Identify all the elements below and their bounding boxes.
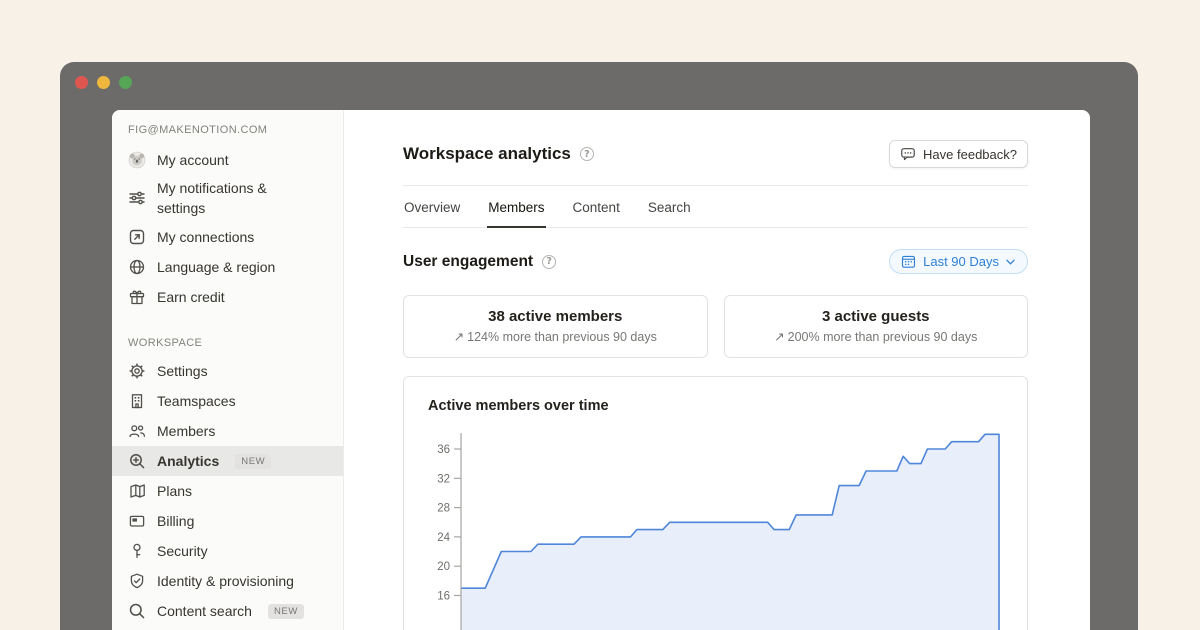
svg-text:28: 28 xyxy=(437,503,450,515)
trend-up-icon: ↗ xyxy=(774,329,784,344)
active-members-chart-card: Active members over time 16 20 24 28 32 36 xyxy=(403,376,1028,630)
shield-check-icon xyxy=(128,572,146,590)
search-icon xyxy=(128,602,146,620)
chart-title: Active members over time xyxy=(428,398,1003,414)
new-badge: NEW xyxy=(268,604,304,619)
svg-text:20: 20 xyxy=(437,561,450,573)
map-icon xyxy=(128,482,146,500)
sidebar-item-label: Identity & provisioning xyxy=(157,573,294,589)
key-icon xyxy=(128,542,146,560)
active-members-value: 38 active members xyxy=(412,308,699,325)
sidebar-item-teamspaces[interactable]: Teamspaces xyxy=(112,386,343,416)
active-members-delta: ↗124% more than previous 90 days xyxy=(412,329,699,344)
building-icon xyxy=(128,392,146,410)
have-feedback-label: Have feedback? xyxy=(923,147,1017,162)
svg-text:36: 36 xyxy=(437,444,450,456)
sidebar-item-members[interactable]: Members xyxy=(112,416,343,446)
tab-search[interactable]: Search xyxy=(647,186,692,228)
window-controls xyxy=(75,76,132,89)
help-icon[interactable]: ? xyxy=(580,147,594,161)
analytics-main-panel: Workspace analytics ? Have feedback? xyxy=(344,110,1090,630)
active-guests-card: 3 active guests ↗200% more than previous… xyxy=(724,295,1029,358)
engagement-header: User engagement ? Last 90 Days xyxy=(403,249,1028,274)
active-members-area-chart: 16 20 24 28 32 36 xyxy=(428,427,1003,630)
sidebar-item-language-region[interactable]: Language & region xyxy=(112,252,343,282)
sidebar-item-plans[interactable]: Plans xyxy=(112,476,343,506)
app-window: FIG@MAKENOTION.COM My account My noti xyxy=(60,62,1138,630)
new-badge: NEW xyxy=(235,454,271,469)
date-range-filter[interactable]: Last 90 Days xyxy=(889,249,1028,274)
gear-icon xyxy=(128,362,146,380)
page-title-text: Workspace analytics xyxy=(403,144,571,164)
credit-card-icon xyxy=(128,512,146,530)
workspace-section-label: WORKSPACE xyxy=(112,337,343,349)
sidebar-item-my-account[interactable]: My account xyxy=(112,145,343,175)
close-window-button[interactable] xyxy=(75,76,88,89)
sidebar-item-billing[interactable]: Billing xyxy=(112,506,343,536)
sidebar-item-label: My notifications & settings xyxy=(157,178,309,218)
sidebar-item-label: Plans xyxy=(157,483,192,499)
sidebar-item-label: Security xyxy=(157,543,208,559)
zoom-window-button[interactable] xyxy=(119,76,132,89)
account-email: FIG@MAKENOTION.COM xyxy=(112,124,343,136)
trend-up-icon: ↗ xyxy=(454,329,464,344)
tab-content[interactable]: Content xyxy=(572,186,621,228)
stat-cards: 38 active members ↗124% more than previo… xyxy=(403,295,1028,358)
arrow-up-right-box-icon xyxy=(128,228,146,246)
sidebar-item-label: My account xyxy=(157,152,229,168)
active-guests-value: 3 active guests xyxy=(733,308,1020,325)
sidebar-item-label: My connections xyxy=(157,229,254,245)
globe-icon xyxy=(128,258,146,276)
engagement-title: User engagement ? xyxy=(403,253,556,271)
sidebar-item-earn-credit[interactable]: Earn credit xyxy=(112,282,343,312)
avatar-icon xyxy=(128,151,146,169)
svg-text:32: 32 xyxy=(437,473,450,485)
page-title: Workspace analytics ? xyxy=(403,144,594,164)
tab-overview[interactable]: Overview xyxy=(403,186,461,228)
sidebar-item-notifications-settings[interactable]: My notifications & settings xyxy=(112,175,343,222)
have-feedback-button[interactable]: Have feedback? xyxy=(889,140,1028,168)
sliders-icon xyxy=(128,189,146,207)
sidebar-item-analytics[interactable]: Analytics NEW xyxy=(112,446,343,476)
sidebar-item-label: Language & region xyxy=(157,259,275,275)
settings-sidebar: FIG@MAKENOTION.COM My account My noti xyxy=(112,110,344,630)
gift-icon xyxy=(128,288,146,306)
tab-members[interactable]: Members xyxy=(487,186,545,228)
chevron-down-icon xyxy=(1006,259,1015,265)
sidebar-item-settings[interactable]: Settings xyxy=(112,356,343,386)
analytics-tabs: Overview Members Content Search xyxy=(403,186,1028,228)
sidebar-item-label: Teamspaces xyxy=(157,393,236,409)
people-icon xyxy=(128,422,146,440)
calendar-icon xyxy=(901,254,916,269)
chat-bubble-icon xyxy=(900,146,916,162)
active-guests-delta: ↗200% more than previous 90 days xyxy=(733,329,1020,344)
svg-text:16: 16 xyxy=(437,591,450,603)
help-icon[interactable]: ? xyxy=(542,255,556,269)
minimize-window-button[interactable] xyxy=(97,76,110,89)
sidebar-item-label: Members xyxy=(157,423,215,439)
engagement-title-text: User engagement xyxy=(403,253,533,271)
zoom-in-icon xyxy=(128,452,146,470)
sidebar-item-my-connections[interactable]: My connections xyxy=(112,222,343,252)
sidebar-item-label: Content search xyxy=(157,603,252,619)
sidebar-item-label: Analytics xyxy=(157,453,219,469)
page-header: Workspace analytics ? Have feedback? xyxy=(403,110,1028,168)
sidebar-item-label: Settings xyxy=(157,363,208,379)
sidebar-item-security[interactable]: Security xyxy=(112,536,343,566)
date-range-label: Last 90 Days xyxy=(923,254,999,269)
sidebar-item-content-search[interactable]: Content search NEW xyxy=(112,596,343,626)
svg-text:24: 24 xyxy=(437,532,450,544)
settings-dialog: FIG@MAKENOTION.COM My account My noti xyxy=(112,110,1090,630)
sidebar-item-label: Billing xyxy=(157,513,194,529)
sidebar-item-label: Earn credit xyxy=(157,289,225,305)
active-members-card: 38 active members ↗124% more than previo… xyxy=(403,295,708,358)
sidebar-item-identity-provisioning[interactable]: Identity & provisioning xyxy=(112,566,343,596)
